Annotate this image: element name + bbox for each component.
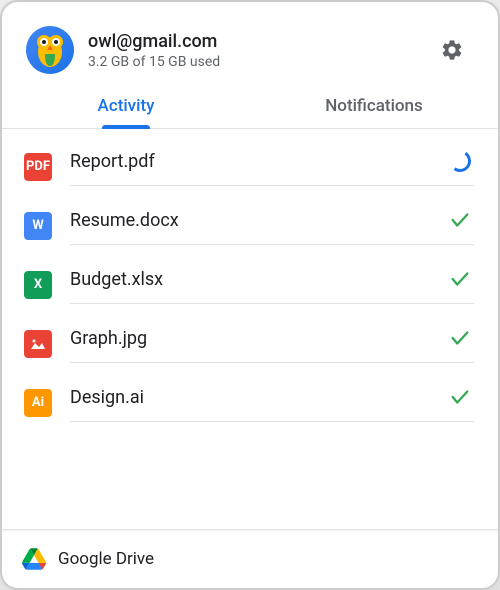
tab-activity[interactable]: Activity xyxy=(2,84,250,128)
account-storage: 3.2 GB of 15 GB used xyxy=(88,54,430,70)
tab-notifications[interactable]: Notifications xyxy=(250,84,498,128)
footer: Google Drive xyxy=(2,529,498,588)
file-name: Graph.jpg xyxy=(70,328,446,349)
tabs: Activity Notifications xyxy=(2,84,498,129)
check-icon xyxy=(449,386,471,408)
drive-panel: owl@gmail.com 3.2 GB of 15 GB used Activ… xyxy=(0,0,500,590)
avatar[interactable] xyxy=(26,26,74,74)
ai-icon: Ai xyxy=(24,389,52,417)
drive-logo-icon xyxy=(22,548,46,570)
file-name: Report.pdf xyxy=(70,151,446,172)
check-icon xyxy=(449,327,471,349)
status-done xyxy=(446,206,474,234)
file-name: Budget.xlsx xyxy=(70,269,446,290)
image-icon xyxy=(24,330,52,358)
status-done xyxy=(446,324,474,352)
xls-icon: X xyxy=(24,271,52,299)
list-item[interactable]: Ai Design.ai xyxy=(2,373,498,432)
footer-product-name: Google Drive xyxy=(58,549,154,569)
file-list: PDF Report.pdf W Resume.docx X Budget.xl… xyxy=(2,129,498,529)
list-item[interactable]: Graph.jpg xyxy=(2,314,498,373)
list-item[interactable]: X Budget.xlsx xyxy=(2,255,498,314)
account-email: owl@gmail.com xyxy=(88,31,430,52)
status-uploading xyxy=(446,147,474,175)
header: owl@gmail.com 3.2 GB of 15 GB used xyxy=(2,2,498,84)
check-icon xyxy=(449,209,471,231)
list-item[interactable]: W Resume.docx xyxy=(2,196,498,255)
list-item[interactable]: PDF Report.pdf xyxy=(2,137,498,196)
file-name: Design.ai xyxy=(70,387,446,408)
status-done xyxy=(446,265,474,293)
file-name: Resume.docx xyxy=(70,210,446,231)
doc-icon: W xyxy=(24,212,52,240)
spinner-icon xyxy=(447,148,472,173)
gear-icon xyxy=(440,38,464,62)
settings-button[interactable] xyxy=(430,28,474,72)
account-info: owl@gmail.com 3.2 GB of 15 GB used xyxy=(88,31,430,70)
status-done xyxy=(446,383,474,411)
check-icon xyxy=(449,268,471,290)
pdf-icon: PDF xyxy=(24,153,52,181)
